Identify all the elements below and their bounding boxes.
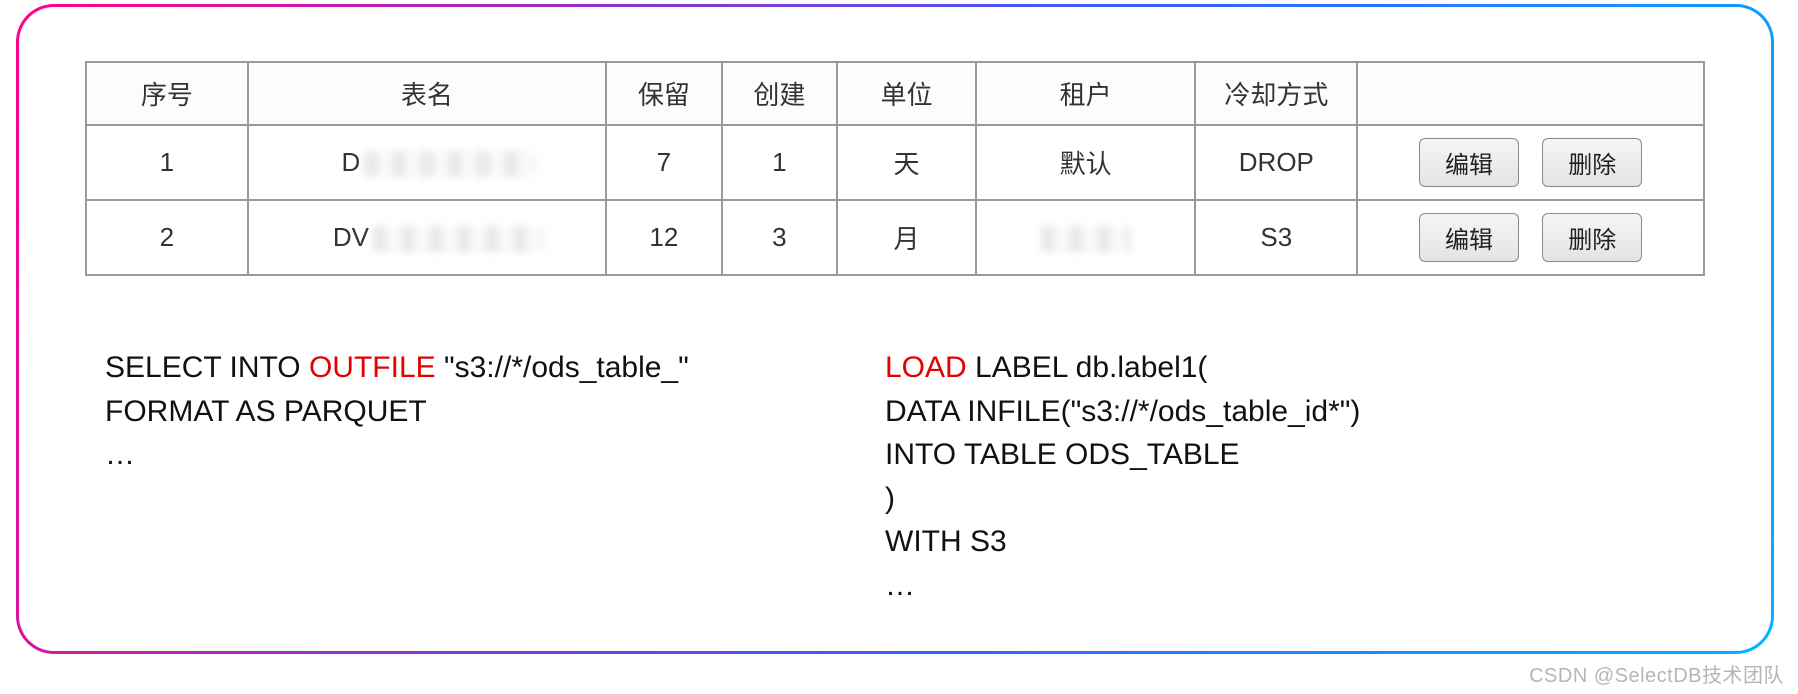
cell-tenant: 默认: [976, 125, 1196, 200]
delete-button[interactable]: 删除: [1542, 138, 1642, 187]
edit-button[interactable]: 编辑: [1419, 213, 1519, 262]
col-actions: [1357, 62, 1704, 125]
cell-actions: 编辑 删除: [1357, 200, 1704, 275]
cell-unit: 天: [837, 125, 976, 200]
code-text: "s3://*/ods_table_": [436, 351, 689, 384]
cell-create: 1: [722, 125, 838, 200]
code-text: …: [885, 569, 915, 602]
name-prefix: DV: [333, 222, 373, 253]
cell-actions: 编辑 删除: [1357, 125, 1704, 200]
cell-create: 3: [722, 200, 838, 275]
code-text: DATA INFILE("s3://*/ods_table_id*"): [885, 395, 1360, 428]
code-text: ): [885, 482, 895, 515]
keyword-outfile: OUTFILE: [309, 351, 436, 384]
code-block-export: SELECT INTO OUTFILE "s3://*/ods_table_" …: [105, 346, 825, 607]
redacted-name: [364, 151, 534, 177]
table-header-row: 序号 表名 保留 创建 单位 租户 冷却方式: [86, 62, 1704, 125]
code-area: SELECT INTO OUTFILE "s3://*/ods_table_" …: [85, 346, 1705, 607]
code-text: …: [105, 438, 135, 471]
cell-index: 1: [86, 125, 248, 200]
cell-name: DV: [248, 200, 606, 275]
cell-index: 2: [86, 200, 248, 275]
col-unit: 单位: [837, 62, 976, 125]
name-prefix: D: [342, 147, 365, 178]
col-cool: 冷却方式: [1195, 62, 1357, 125]
cell-cool: S3: [1195, 200, 1357, 275]
code-text: LABEL db.label1(: [967, 351, 1208, 384]
col-keep: 保留: [606, 62, 722, 125]
config-table: 序号 表名 保留 创建 单位 租户 冷却方式 1 D 7 1: [85, 61, 1705, 276]
cell-keep: 12: [606, 200, 722, 275]
col-tenant: 租户: [976, 62, 1196, 125]
delete-button[interactable]: 删除: [1542, 213, 1642, 262]
code-text: FORMAT AS PARQUET: [105, 395, 427, 428]
col-create: 创建: [722, 62, 838, 125]
content-panel: 序号 表名 保留 创建 单位 租户 冷却方式 1 D 7 1: [19, 7, 1771, 651]
gradient-frame: 序号 表名 保留 创建 单位 租户 冷却方式 1 D 7 1: [16, 4, 1774, 654]
edit-button[interactable]: 编辑: [1419, 138, 1519, 187]
table-row: 2 DV 12 3 月 S3 编辑 删除: [86, 200, 1704, 275]
watermark: CSDN @SelectDB技术团队: [1529, 659, 1784, 688]
col-name: 表名: [248, 62, 606, 125]
code-text: WITH S3: [885, 525, 1007, 558]
cell-keep: 7: [606, 125, 722, 200]
cell-tenant: [976, 200, 1196, 275]
cell-cool: DROP: [1195, 125, 1357, 200]
code-text: INTO TABLE ODS_TABLE: [885, 438, 1240, 471]
code-block-load: LOAD LABEL db.label1( DATA INFILE("s3://…: [885, 346, 1360, 607]
keyword-load: LOAD: [885, 351, 967, 384]
cell-unit: 月: [837, 200, 976, 275]
cell-name: D: [248, 125, 606, 200]
redacted-tenant: [1041, 226, 1131, 252]
col-index: 序号: [86, 62, 248, 125]
redacted-name: [373, 226, 543, 252]
code-text: SELECT INTO: [105, 351, 309, 384]
table-row: 1 D 7 1 天 默认 DROP 编辑 删除: [86, 125, 1704, 200]
